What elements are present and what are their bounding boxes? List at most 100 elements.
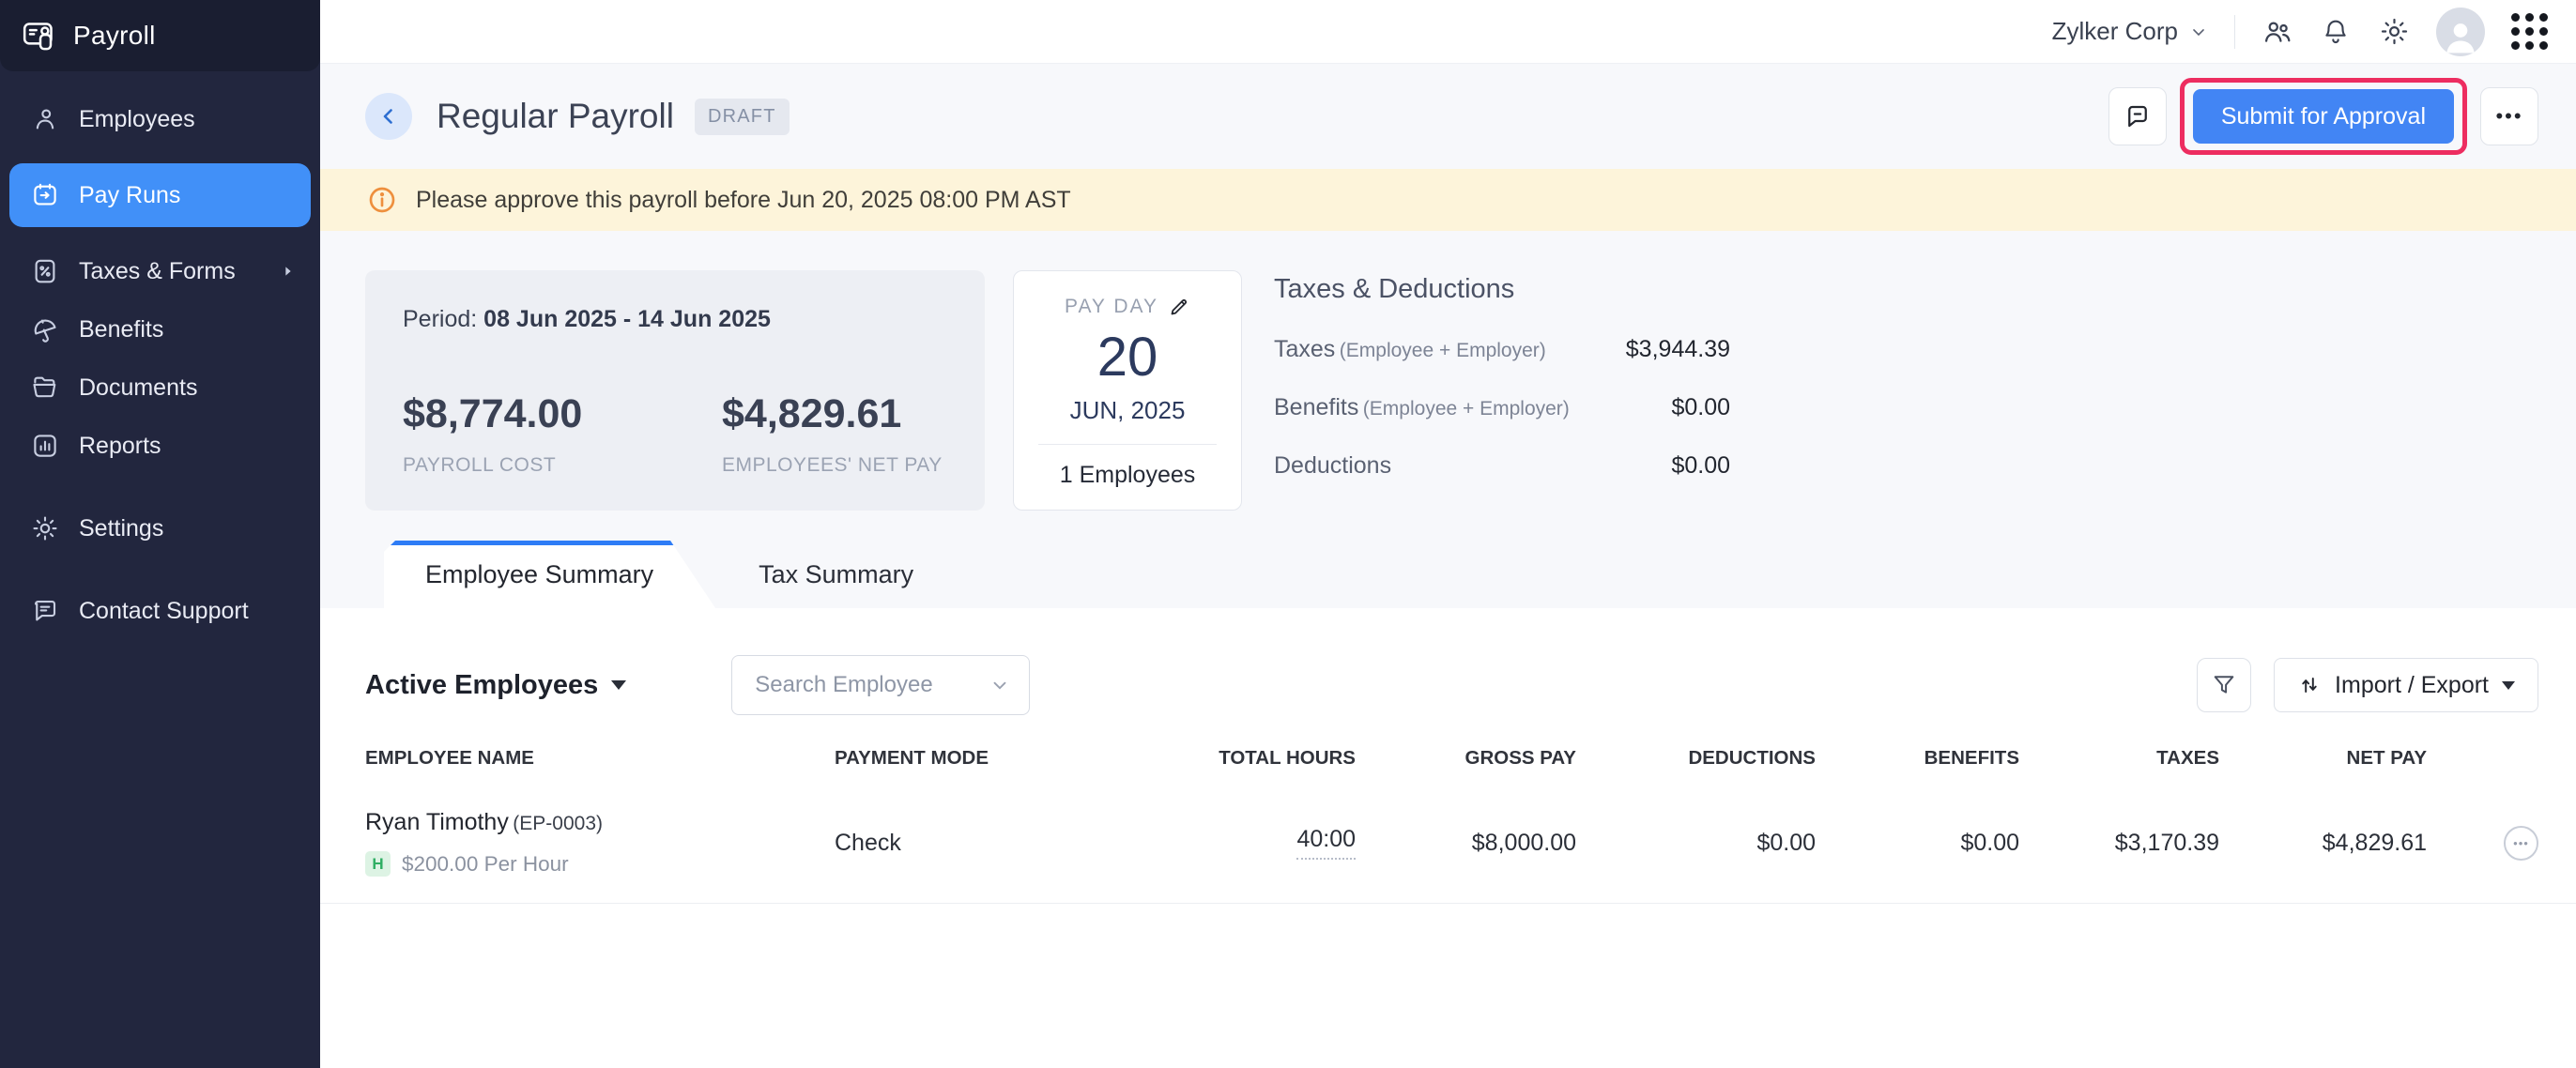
sidebar-item-label: Documents: [79, 374, 197, 402]
sidebar-item-settings[interactable]: Settings: [0, 499, 320, 557]
col-employee-name: EMPLOYEE NAME: [365, 747, 835, 770]
table-toolbar: Active Employees Search Employee Import …: [320, 608, 2576, 747]
col-benefits: BENEFITS: [1816, 747, 2019, 770]
chevron-right-icon: [281, 264, 296, 279]
tax-row-taxes: Taxes (Employee + Employer) $3,944.39: [1274, 336, 1730, 363]
net-pay-cell: $4,829.61: [2219, 830, 2427, 857]
tax-row-value: $3,944.39: [1626, 336, 1730, 363]
page-title: Regular Payroll: [437, 97, 674, 136]
employee-name-link[interactable]: Ryan Timothy: [365, 809, 509, 835]
approval-banner: Please approve this payroll before Jun 2…: [320, 169, 2576, 231]
tax-row-label: Benefits: [1274, 394, 1358, 420]
sidebar-item-label: Pay Runs: [79, 182, 180, 209]
tax-row-value: $0.00: [1671, 394, 1730, 421]
tax-row-sublabel: (Employee + Employer): [1363, 398, 1570, 420]
avatar[interactable]: [2436, 8, 2485, 56]
sidebar-item-employees[interactable]: Employees: [0, 90, 320, 148]
back-button[interactable]: [365, 93, 412, 140]
tax-row-value: $0.00: [1671, 452, 1730, 480]
app-grid-icon[interactable]: [2511, 13, 2548, 50]
gross-pay-cell: $8,000.00: [1356, 830, 1576, 857]
pay-rate: $200.00 Per Hour: [402, 852, 569, 877]
net-pay-label: EMPLOYEES' NET PAY: [722, 454, 943, 477]
col-net-pay: NET PAY: [2219, 747, 2427, 770]
app-logo-header: Payroll: [0, 0, 320, 71]
sidebar-item-pay-runs[interactable]: Pay Runs: [9, 163, 311, 227]
tab-tax-summary[interactable]: Tax Summary: [715, 541, 957, 608]
benefits-cell: $0.00: [1816, 830, 2019, 857]
tax-percent-icon: [30, 256, 60, 286]
sidebar-item-benefits[interactable]: Benefits: [0, 300, 320, 359]
active-employees-label: Active Employees: [365, 670, 598, 701]
filter-button[interactable]: [2197, 658, 2251, 712]
info-icon: [367, 185, 397, 215]
pay-day-month-year: JUN, 2025: [1014, 396, 1241, 425]
chevron-down-icon: [2189, 23, 2208, 41]
comment-icon: [2124, 102, 2152, 130]
col-payment-mode: PAYMENT MODE: [835, 747, 1107, 770]
sidebar-item-documents[interactable]: Documents: [0, 359, 320, 417]
taxes-deductions-title: Taxes & Deductions: [1274, 274, 1730, 305]
taxes-cell: $3,170.39: [2019, 830, 2219, 857]
org-name: Zylker Corp: [2052, 17, 2178, 46]
active-employees-dropdown[interactable]: Active Employees: [365, 670, 626, 701]
employee-summary-panel: Active Employees Search Employee Import …: [320, 608, 2576, 1068]
summary-section: Period: 08 Jun 2025 - 14 Jun 2025 $8,774…: [320, 231, 2576, 511]
sidebar-item-label: Benefits: [79, 316, 163, 343]
gear-icon[interactable]: [2378, 16, 2410, 48]
tax-row-sublabel: (Employee + Employer): [1340, 340, 1546, 361]
edit-pencil-icon[interactable]: [1168, 296, 1190, 318]
banner-message: Please approve this payroll before Jun 2…: [416, 187, 1071, 214]
sidebar-item-taxes-forms[interactable]: Taxes & Forms: [0, 242, 320, 300]
org-selector[interactable]: Zylker Corp: [2052, 17, 2208, 46]
summary-tabs: Employee Summary Tax Summary: [320, 541, 2576, 608]
more-options-button[interactable]: •••: [2480, 87, 2538, 145]
pay-day-date: 20: [1014, 326, 1241, 389]
status-badge: DRAFT: [695, 99, 790, 135]
col-taxes: TAXES: [2019, 747, 2219, 770]
gear-icon: [30, 513, 60, 543]
pay-day-label: PAY DAY: [1065, 296, 1158, 318]
import-export-button[interactable]: Import / Export: [2274, 658, 2538, 712]
period-label: Period:: [403, 306, 477, 332]
umbrella-icon: [30, 314, 60, 344]
funnel-icon: [2211, 672, 2237, 698]
sidebar: Payroll Employees Pay Runs Taxes & Forms…: [0, 0, 320, 1068]
tab-employee-summary[interactable]: Employee Summary: [384, 541, 715, 608]
sidebar-item-label: Contact Support: [79, 598, 249, 625]
users-icon[interactable]: [2262, 16, 2293, 48]
sidebar-item-contact-support[interactable]: Contact Support: [0, 582, 320, 640]
person-icon: [30, 104, 60, 134]
col-total-hours: TOTAL HOURS: [1107, 747, 1356, 770]
period-value: 08 Jun 2025 - 14 Jun 2025: [483, 306, 771, 332]
chat-bubble-icon: [30, 596, 60, 626]
sidebar-item-label: Reports: [79, 433, 161, 460]
row-actions-button[interactable]: •••: [2504, 826, 2538, 861]
hourly-badge: H: [365, 851, 391, 877]
sidebar-item-label: Employees: [79, 106, 195, 133]
caret-down-icon: [611, 680, 626, 690]
comment-button[interactable]: [2108, 87, 2167, 145]
app-title: Payroll: [73, 21, 156, 51]
net-pay-value: $4,829.61: [722, 391, 943, 437]
pay-day-card: PAY DAY 20 JUN, 2025 1 Employees: [1013, 270, 1242, 511]
tax-row-label: Deductions: [1274, 452, 1391, 480]
main-content: Zylker Corp Regular Payroll DRAFT Submit…: [320, 0, 2576, 1068]
col-gross-pay: GROSS PAY: [1356, 747, 1576, 770]
sidebar-item-reports[interactable]: Reports: [0, 417, 320, 475]
topbar: Zylker Corp: [320, 0, 2576, 64]
tax-row-benefits: Benefits (Employee + Employer) $0.00: [1274, 394, 1730, 421]
payroll-logo-icon: [21, 17, 58, 54]
sidebar-item-label: Settings: [79, 515, 163, 542]
taxes-deductions-block: Taxes & Deductions Taxes (Employee + Emp…: [1274, 270, 1730, 511]
bell-icon[interactable]: [2320, 16, 2352, 48]
topbar-divider: [2234, 15, 2235, 49]
payroll-cost-value: $8,774.00: [403, 391, 722, 437]
annotation-highlight-box: Submit for Approval: [2180, 78, 2467, 155]
total-hours-editable[interactable]: 40:00: [1296, 826, 1356, 860]
submit-for-approval-button[interactable]: Submit for Approval: [2193, 89, 2454, 144]
search-employee-select[interactable]: Search Employee: [731, 655, 1030, 715]
payment-mode-cell: Check: [835, 830, 1107, 857]
sidebar-item-label: Taxes & Forms: [79, 258, 236, 285]
folder-icon: [30, 373, 60, 403]
